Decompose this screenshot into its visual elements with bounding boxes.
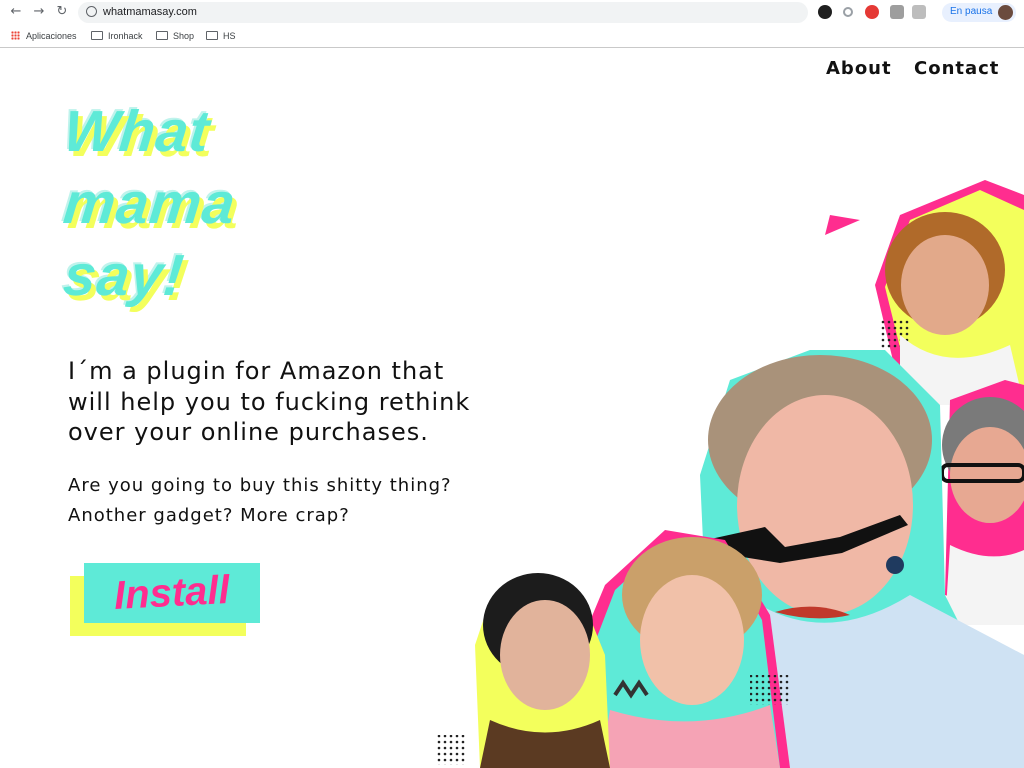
folder-icon: [206, 31, 218, 40]
extension-circle-icon[interactable]: [843, 7, 853, 17]
folder-icon: [91, 31, 103, 40]
headline-line: say!: [60, 243, 188, 308]
bookmark-label: Ironhack: [108, 31, 143, 41]
bookmark-label: HS: [223, 31, 236, 41]
address-bar[interactable]: whatmamasay.com: [78, 2, 808, 23]
sub-line: Are you going to buy this shitty thing?: [68, 475, 452, 496]
bookmark-shop[interactable]: Shop: [156, 29, 194, 43]
url-text[interactable]: whatmamasay.com: [103, 5, 197, 20]
extension-square-icon[interactable]: [912, 5, 926, 19]
install-button[interactable]: Install: [84, 563, 260, 623]
install-label: Install: [113, 568, 231, 618]
pause-label: En pausa: [950, 6, 993, 17]
bookmark-hs[interactable]: HS: [206, 29, 236, 43]
sub-line: Another gadget? More crap?: [68, 505, 350, 526]
profile-pause-button[interactable]: En pausa: [942, 3, 1016, 22]
forward-arrow-icon[interactable]: →: [31, 4, 47, 20]
nav-contact[interactable]: Contact: [914, 58, 999, 79]
install-cta: Install: [70, 563, 260, 639]
headline-line: mama: [60, 171, 240, 236]
bookmark-label: Shop: [173, 31, 195, 41]
avatar: [998, 5, 1013, 20]
bookmark-label: Aplicaciones: [26, 31, 77, 41]
moms-collage-image: [430, 175, 1024, 768]
browser-toolbar: ← → ↻ whatmamasay.com En pausa: [0, 0, 1024, 25]
hero-sub-text: Are you going to buy this shitty thing? …: [68, 471, 452, 531]
lead-line: will help you to fucking rethink: [68, 387, 471, 416]
folder-icon: [156, 31, 168, 40]
reload-icon[interactable]: ↻: [54, 4, 70, 20]
hero-lead-text: I´m a plugin for Amazon that will help y…: [68, 356, 470, 448]
bookmarks-bar: Aplicaciones Ironhack Shop HS: [0, 25, 1024, 48]
hero-headline: What mama say!: [61, 96, 324, 312]
back-arrow-icon[interactable]: ←: [8, 4, 24, 20]
nav-about[interactable]: About: [826, 58, 892, 79]
bookmark-ironhack[interactable]: Ironhack: [91, 29, 143, 43]
headline-line: What: [60, 99, 214, 164]
globe-icon: [86, 6, 97, 17]
adblock-icon[interactable]: [865, 5, 879, 19]
extension-new-icon[interactable]: [818, 5, 832, 19]
apps-grid-icon: [11, 31, 20, 40]
lead-line: over your online purchases.: [68, 418, 429, 446]
lead-line: I´m a plugin for Amazon that: [68, 357, 445, 385]
bookmark-apps[interactable]: Aplicaciones: [11, 29, 77, 43]
extension-dropper-icon[interactable]: [890, 5, 904, 19]
